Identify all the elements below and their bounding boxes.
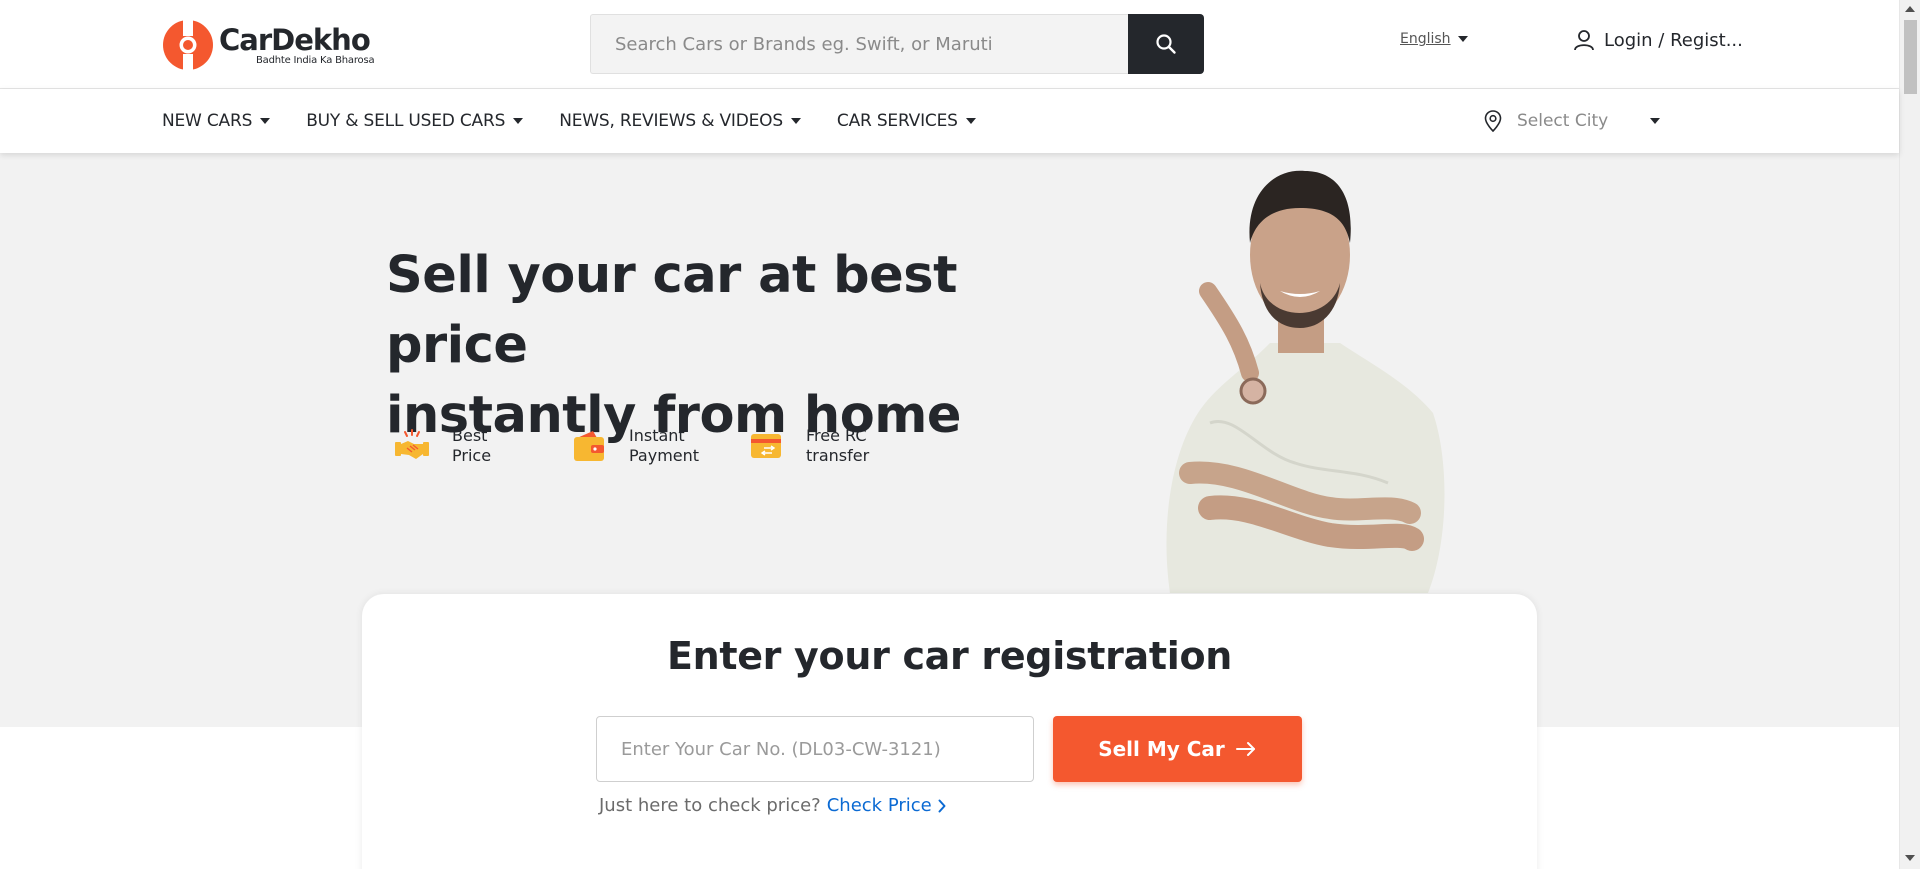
- hero-headline: Sell your car at best price instantly fr…: [386, 241, 1086, 451]
- user-icon: [1574, 30, 1594, 51]
- check-price-label: Check Price: [826, 795, 932, 816]
- scroll-down-arrow-icon[interactable]: [1905, 855, 1915, 861]
- feature-list: Best Price Instant Payment Free RC trans…: [394, 426, 925, 466]
- city-selector[interactable]: Select City: [1483, 109, 1660, 133]
- cardekho-logo[interactable]: CarDekho Badhte India Ka Bharosa: [162, 19, 375, 71]
- cardekho-logo-icon: [162, 19, 214, 71]
- scroll-up-arrow-icon[interactable]: [1905, 6, 1915, 12]
- search-bar: [590, 14, 1204, 74]
- nav-item-label: CAR SERVICES: [836, 111, 958, 131]
- check-price-prompt: Just here to check price?: [599, 795, 821, 816]
- wallet-icon: [574, 431, 604, 461]
- car-number-input[interactable]: [596, 716, 1034, 782]
- nav-item-label: NEWS, REVIEWS & VIDEOS: [559, 111, 783, 131]
- feature-best-price: Best Price: [394, 426, 571, 466]
- registration-card: Enter your car registration Sell My Car …: [362, 594, 1537, 869]
- feature-label: Free RC: [806, 426, 867, 445]
- chevron-down-icon: [1457, 36, 1468, 42]
- chevron-right-icon: [938, 799, 946, 812]
- nav-item-label: NEW CARS: [162, 111, 253, 131]
- main-nav: NEW CARS BUY & SELL USED CARS NEWS, REVI…: [0, 89, 1899, 153]
- registration-title: Enter your car registration: [666, 634, 1233, 678]
- nav-item-buy-sell-used-cars[interactable]: BUY & SELL USED CARS: [306, 111, 524, 131]
- login-label: Login / Regist...: [1604, 29, 1743, 51]
- rc-card-icon: [751, 434, 781, 458]
- hero-person-image: [1166, 170, 1445, 593]
- nav-item-label: BUY & SELL USED CARS: [306, 111, 506, 131]
- feature-instant-payment: Instant Payment: [571, 426, 748, 466]
- feature-label: Best: [452, 426, 488, 445]
- chevron-down-icon: [1650, 118, 1660, 124]
- language-selector[interactable]: English: [1400, 31, 1468, 47]
- nav-item-car-services[interactable]: CAR SERVICES: [837, 111, 976, 131]
- nav-item-news-reviews-videos[interactable]: NEWS, REVIEWS & VIDEOS: [559, 111, 801, 131]
- check-price-link[interactable]: Check Price: [827, 795, 946, 816]
- login-register-link[interactable]: Login / Regist...: [1572, 28, 1743, 52]
- page-scrollbar[interactable]: [1899, 0, 1920, 869]
- logo-tagline: Badhte India Ka Bharosa: [256, 54, 375, 66]
- arrow-right-icon: [1235, 742, 1255, 756]
- hero-headline-line: Sell your car at best price: [386, 246, 957, 375]
- language-label: English: [1400, 31, 1451, 47]
- feature-label: Payment: [629, 446, 700, 465]
- feature-label: transfer: [806, 446, 870, 465]
- sell-my-car-button[interactable]: Sell My Car: [1053, 716, 1302, 782]
- handshake-icon: [395, 429, 429, 459]
- sell-my-car-label: Sell My Car: [1098, 737, 1225, 761]
- search-button[interactable]: [1128, 14, 1204, 74]
- city-label: Select City: [1517, 111, 1609, 131]
- chevron-down-icon: [965, 118, 976, 124]
- search-input[interactable]: [590, 14, 1128, 74]
- scrollbar-thumb[interactable]: [1904, 20, 1917, 94]
- location-pin-icon: [1484, 110, 1502, 133]
- logo-name: CarDekho: [219, 22, 371, 57]
- feature-label: Price: [452, 446, 492, 465]
- chevron-down-icon: [790, 118, 801, 124]
- chevron-down-icon: [260, 118, 271, 124]
- chevron-down-icon: [513, 118, 524, 124]
- check-price-row: Just here to check price? Check Price: [599, 795, 946, 816]
- nav-item-new-cars[interactable]: NEW CARS: [162, 111, 271, 131]
- search-icon: [1156, 34, 1176, 54]
- feature-label: Instant: [629, 426, 685, 445]
- site-header: CarDekho Badhte India Ka Bharosa English…: [0, 0, 1899, 89]
- feature-free-rc-transfer: Free RC transfer: [748, 426, 925, 466]
